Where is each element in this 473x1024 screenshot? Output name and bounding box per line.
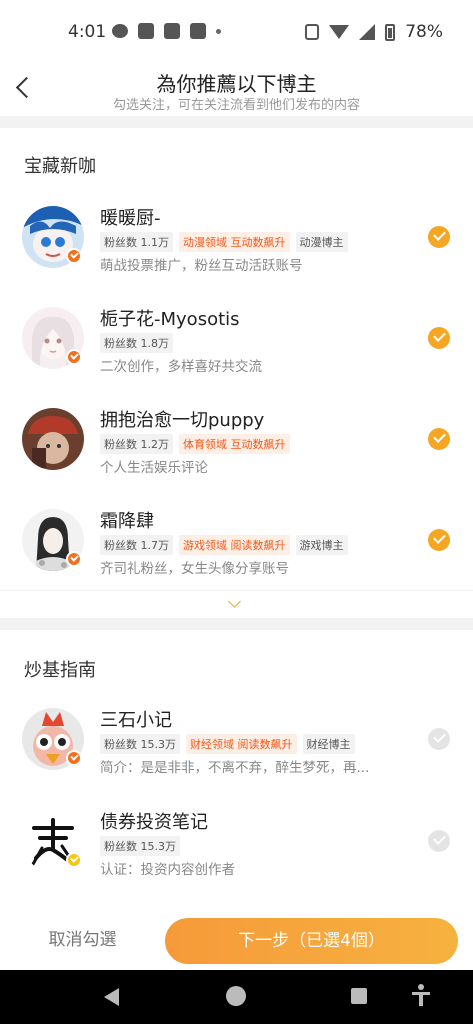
header: 為你推薦以下博主 勾选关注，可在关注流看到他们发布的内容 (0, 64, 473, 116)
tag-list: 粉丝数 15.3万 财经领域 阅读数飙升 财经博主 (100, 734, 355, 754)
vibrate-icon (305, 24, 320, 40)
verified-badge-icon (66, 551, 82, 567)
list-item[interactable]: 债券投资笔记 粉丝数 15.3万 认证：投资内容创作者 (0, 802, 473, 902)
list-item[interactable]: 暖暖厨- 粉丝数 1.1万 动漫领域 互动数飙升 动漫博主 萌战投票推广，粉丝互… (0, 198, 473, 298)
list-item[interactable]: 栀子花-Myosotis 粉丝数 1.8万 二次创作，多样喜好共交流 (0, 299, 473, 399)
tag-list: 粉丝数 1.7万 游戏领域 阅读数飙升 游戏博主 (100, 535, 348, 555)
fans-count: 粉丝数 1.2万 (100, 434, 173, 454)
system-navigation-bar (0, 970, 473, 1024)
category-tag: 游戏博主 (295, 535, 348, 555)
signal-icon (359, 24, 376, 40)
page-title: 為你推薦以下博主 (156, 72, 317, 96)
system-icons: 78% (305, 22, 443, 42)
fans-count: 粉丝数 15.3万 (100, 836, 180, 856)
checkbox-checked-icon[interactable] (428, 428, 450, 450)
verified-badge-icon (66, 852, 82, 868)
blogger-description: 萌战投票推广，粉丝互动活跃账号 (100, 258, 303, 274)
accessibility-icon[interactable] (412, 984, 430, 1008)
fans-count: 粉丝数 1.1万 (100, 232, 173, 252)
nav-home-icon[interactable] (226, 986, 246, 1006)
blogger-name: 霜降肆 (100, 511, 154, 532)
checkbox-checked-icon[interactable] (428, 327, 450, 349)
hot-tag: 动漫领域 互动数飙升 (179, 232, 290, 252)
battery-percent: 78% (405, 22, 443, 42)
blogger-name: 暖暖厨- (100, 208, 161, 229)
tag-list: 粉丝数 1.1万 动漫领域 互动数飙升 动漫博主 (100, 232, 348, 252)
fans-count: 粉丝数 1.7万 (100, 535, 173, 555)
next-step-button[interactable]: 下一步（已選4個） (165, 918, 458, 964)
category-tag: 财经博主 (302, 734, 355, 754)
checkbox-checked-icon[interactable] (428, 529, 450, 551)
checkbox-unchecked-icon[interactable] (428, 830, 450, 852)
blogger-description: 齐司礼粉丝，女生头像分享账号 (100, 561, 289, 577)
blogger-description: 认证：投资内容创作者 (100, 862, 235, 878)
tag-list: 粉丝数 15.3万 (100, 836, 180, 856)
verified-badge-icon (66, 349, 82, 365)
news-icon (164, 23, 180, 39)
verified-badge-icon (66, 248, 82, 264)
avatar (22, 408, 84, 470)
wifi-icon (329, 25, 350, 39)
image-icon (190, 23, 206, 39)
more-notifications-dot-icon (216, 28, 221, 34)
status-time: 4:01 (68, 22, 107, 42)
list-item[interactable]: 拥抱治愈一切puppy 粉丝数 1.2万 体育领域 互动数飙升 个人生活娱乐评论 (0, 400, 473, 500)
chevron-down-icon (228, 595, 241, 608)
checkbox-checked-icon[interactable] (428, 226, 450, 248)
list-item[interactable]: 三石小记 粉丝数 15.3万 财经领域 阅读数飙升 财经博主 简介：是是非非，不… (0, 700, 473, 800)
blogger-description: 二次创作，多样喜好共交流 (100, 359, 262, 375)
divider (0, 618, 473, 630)
tag-list: 粉丝数 1.8万 (100, 333, 173, 353)
shopping-bag-icon (138, 23, 154, 39)
nav-back-icon[interactable] (104, 988, 119, 1006)
page-subtitle: 勾选关注，可在关注流看到他们发布的内容 (112, 98, 360, 113)
hot-tag: 游戏领域 阅读数飙升 (179, 535, 290, 555)
section-title: 宝藏新咖 (24, 156, 96, 177)
chat-notification-icon (112, 24, 128, 38)
blogger-name: 栀子花-Myosotis (100, 309, 240, 330)
fans-count: 粉丝数 15.3万 (100, 734, 180, 754)
status-bar: 4:01 78% (0, 0, 473, 64)
battery-icon (385, 23, 396, 41)
notification-icons (112, 23, 221, 39)
fans-count: 粉丝数 1.8万 (100, 333, 173, 353)
blogger-name: 拥抱治愈一切puppy (100, 410, 265, 431)
bottom-action-bar: 取消勾選 下一步（已選4個） (0, 908, 473, 970)
category-tag: 动漫博主 (295, 232, 348, 252)
hot-tag: 体育领域 互动数飙升 (179, 434, 290, 454)
list-item[interactable]: 霜降肆 粉丝数 1.7万 游戏领域 阅读数飙升 游戏博主 齐司礼粉丝，女生头像分… (0, 501, 473, 601)
hot-tag: 财经领域 阅读数飙升 (186, 734, 297, 754)
divider (0, 116, 473, 128)
blogger-description: 简介：是是非非，不离不弃，醉生梦死，再... (100, 760, 370, 776)
nav-recent-apps-icon[interactable] (351, 988, 367, 1004)
section-title: 炒基指南 (24, 660, 96, 681)
blogger-name: 三石小记 (100, 710, 172, 731)
expand-more-button[interactable] (0, 590, 473, 618)
cancel-selection-button[interactable]: 取消勾選 (0, 916, 165, 964)
tag-list: 粉丝数 1.2万 体育领域 互动数飙升 (100, 434, 290, 454)
checkbox-unchecked-icon[interactable] (428, 728, 450, 750)
blogger-description: 个人生活娱乐评论 (100, 460, 208, 476)
blogger-name: 债券投资笔记 (100, 812, 208, 833)
verified-badge-icon (66, 750, 82, 766)
